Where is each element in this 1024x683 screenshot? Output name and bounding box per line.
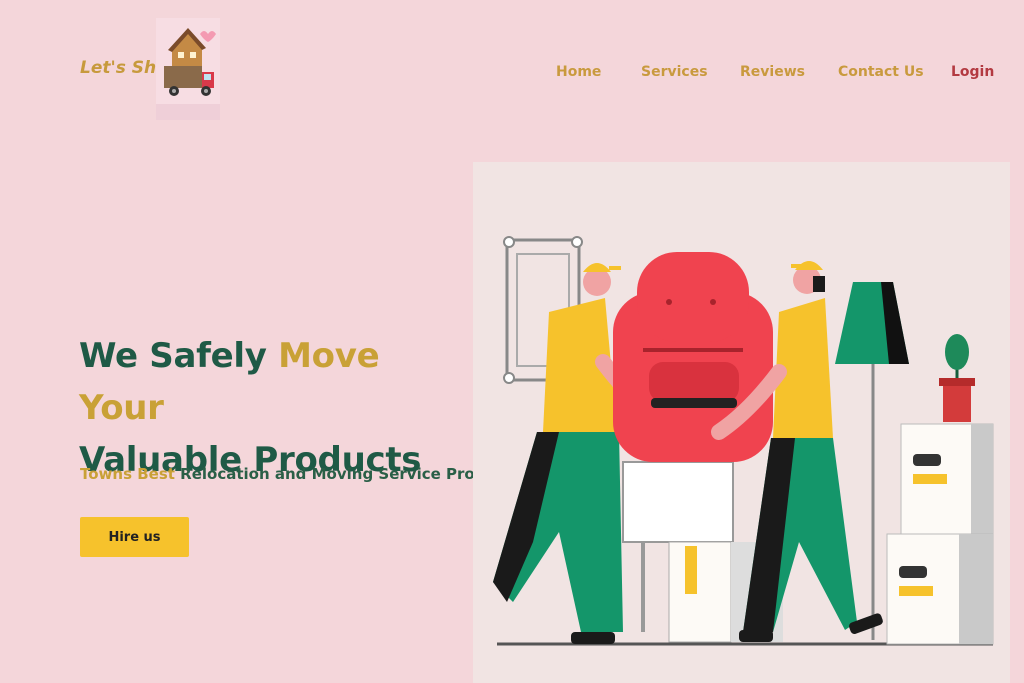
nav-services[interactable]: Services <box>641 64 708 80</box>
hero-title-part1: We Safely <box>79 336 279 376</box>
hero-tagline: Towns Best Relocation and Moving Service… <box>80 465 518 483</box>
hire-us-button[interactable]: Hire us <box>80 517 189 557</box>
nav-contact-us[interactable]: Contact Us <box>838 64 924 80</box>
hero-title: We Safely Move Your Valuable Products <box>79 330 459 486</box>
tagline-accent: Towns Best <box>80 465 175 483</box>
nav-home[interactable]: Home <box>556 64 601 80</box>
movers-illustration-icon <box>473 162 1010 683</box>
tagline-rest: Relocation and Moving Service Provider <box>174 465 518 483</box>
nav-login[interactable]: Login <box>951 64 994 80</box>
nav-reviews[interactable]: Reviews <box>740 64 805 80</box>
main-nav: Home Services Reviews Contact Us Login <box>0 64 1024 84</box>
